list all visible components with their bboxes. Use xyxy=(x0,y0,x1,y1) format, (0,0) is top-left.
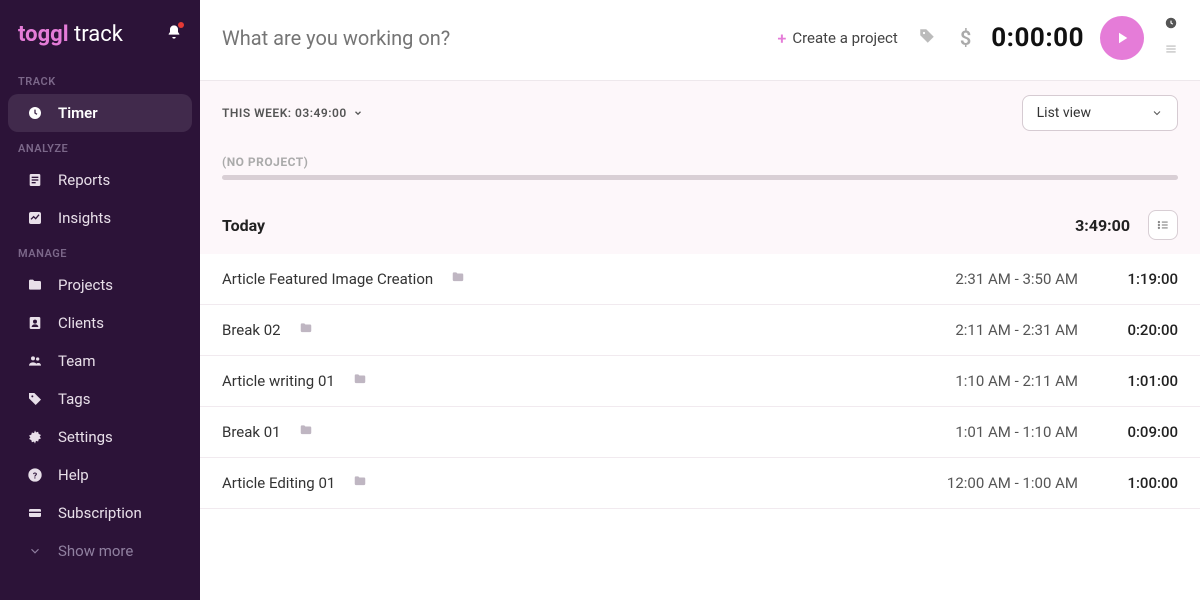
entry-duration: 0:20:00 xyxy=(1078,321,1178,339)
entry-time-range: 12:00 AM - 1:00 AM xyxy=(898,474,1078,492)
mode-toggles xyxy=(1164,16,1178,60)
chevron-down-icon xyxy=(26,544,44,558)
insights-icon xyxy=(26,210,44,226)
svg-text:?: ? xyxy=(33,471,37,481)
clock-icon xyxy=(26,105,44,121)
entry-description: Article Editing 01 xyxy=(222,474,335,492)
time-entry[interactable]: Article writing 01 1:10 AM - 2:11 AM1:01:… xyxy=(200,356,1200,407)
folder-icon[interactable] xyxy=(451,270,465,288)
nav-tags[interactable]: Tags xyxy=(8,380,192,418)
manual-mode-icon[interactable] xyxy=(1164,42,1178,60)
no-project-label: (NO PROJECT) xyxy=(222,155,1178,169)
bulk-edit-button[interactable] xyxy=(1148,210,1178,240)
time-entry[interactable]: Break 02 2:11 AM - 2:31 AM0:20:00 xyxy=(200,305,1200,356)
chevron-down-icon xyxy=(1151,107,1163,119)
view-select[interactable]: List view xyxy=(1022,95,1178,131)
folder-icon[interactable] xyxy=(299,423,313,441)
nav-help[interactable]: ? Help xyxy=(8,456,192,494)
folder-icon[interactable] xyxy=(299,321,313,339)
tag-button[interactable] xyxy=(914,27,940,50)
nav-label: Insights xyxy=(58,209,111,227)
reports-icon xyxy=(26,172,44,188)
description-input[interactable] xyxy=(222,26,762,50)
start-button[interactable] xyxy=(1100,16,1144,60)
week-summary[interactable]: THIS WEEK: 03:49:00 xyxy=(222,106,363,120)
entry-description: Break 01 xyxy=(222,423,281,441)
no-project-section: (NO PROJECT) xyxy=(200,145,1200,184)
section-manage: MANAGE xyxy=(0,237,200,266)
no-project-bar xyxy=(222,175,1178,180)
entry-description: Article Featured Image Creation xyxy=(222,270,433,288)
timer-display: 0:00:00 xyxy=(991,23,1084,53)
chevron-down-icon xyxy=(353,108,363,118)
nav-label: Projects xyxy=(58,276,113,294)
nav-projects[interactable]: Projects xyxy=(8,266,192,304)
entry-description: Article writing 01 xyxy=(222,372,335,390)
tag-icon xyxy=(26,391,44,407)
entry-time-range: 2:31 AM - 3:50 AM xyxy=(898,270,1078,288)
nav-label: Settings xyxy=(58,428,113,446)
nav-label: Show more xyxy=(58,542,133,560)
nav-label: Reports xyxy=(58,171,110,189)
week-label-text: THIS WEEK: 03:49:00 xyxy=(222,106,347,120)
sidebar: toggl track TRACK Timer ANALYZE Reports … xyxy=(0,0,200,600)
main: + Create a project $ 0:00:00 THIS WEEK: … xyxy=(200,0,1200,600)
nav-label: Help xyxy=(58,466,89,484)
entry-time-range: 1:10 AM - 2:11 AM xyxy=(898,372,1078,390)
nav-label: Clients xyxy=(58,314,104,332)
plus-icon: + xyxy=(778,29,787,48)
logo[interactable]: toggl track xyxy=(18,22,123,47)
help-icon: ? xyxy=(26,467,44,483)
nav-team[interactable]: Team xyxy=(8,342,192,380)
nav-label: Team xyxy=(58,352,96,370)
entry-duration: 0:09:00 xyxy=(1078,423,1178,441)
nav-insights[interactable]: Insights xyxy=(8,199,192,237)
create-project-label: Create a project xyxy=(792,29,898,47)
section-analyze: ANALYZE xyxy=(0,132,200,161)
list-icon xyxy=(1156,218,1170,232)
timer-bar: + Create a project $ 0:00:00 xyxy=(200,0,1200,81)
notifications-icon[interactable] xyxy=(166,24,182,45)
entry-time-range: 2:11 AM - 2:31 AM xyxy=(898,321,1078,339)
timer-mode-icon[interactable] xyxy=(1164,16,1178,34)
folder-icon[interactable] xyxy=(353,372,367,390)
nav-label: Timer xyxy=(58,104,98,122)
day-total: 3:49:00 xyxy=(1075,216,1130,235)
nav-clients[interactable]: Clients xyxy=(8,304,192,342)
nav-subscription[interactable]: Subscription xyxy=(8,494,192,532)
nav-settings[interactable]: Settings xyxy=(8,418,192,456)
settings-icon xyxy=(26,429,44,445)
entry-duration: 1:00:00 xyxy=(1078,474,1178,492)
entry-description: Break 02 xyxy=(222,321,281,339)
subscription-icon xyxy=(26,505,44,521)
day-header: Today 3:49:00 xyxy=(200,184,1200,254)
nav-timer[interactable]: Timer xyxy=(8,94,192,132)
nav-reports[interactable]: Reports xyxy=(8,161,192,199)
folder-icon xyxy=(26,277,44,293)
time-entry[interactable]: Break 01 1:01 AM - 1:10 AM0:09:00 xyxy=(200,407,1200,458)
entry-duration: 1:19:00 xyxy=(1078,270,1178,288)
folder-icon[interactable] xyxy=(353,474,367,492)
team-icon xyxy=(26,353,44,369)
week-toolbar: THIS WEEK: 03:49:00 List view xyxy=(200,81,1200,145)
day-title: Today xyxy=(222,216,1075,235)
nav-label: Tags xyxy=(58,390,90,408)
client-icon xyxy=(26,315,44,331)
nav-label: Subscription xyxy=(58,504,142,522)
view-select-label: List view xyxy=(1037,105,1091,121)
entry-time-range: 1:01 AM - 1:10 AM xyxy=(898,423,1078,441)
entries-list: Article Featured Image Creation 2:31 AM -… xyxy=(200,254,1200,509)
nav-show-more[interactable]: Show more xyxy=(8,532,192,570)
time-entry[interactable]: Article Editing 01 12:00 AM - 1:00 AM1:00… xyxy=(200,458,1200,509)
time-entry[interactable]: Article Featured Image Creation 2:31 AM -… xyxy=(200,254,1200,305)
create-project-button[interactable]: + Create a project xyxy=(778,29,898,48)
logo-row: toggl track xyxy=(0,14,200,65)
section-track: TRACK xyxy=(0,65,200,94)
billable-button[interactable]: $ xyxy=(956,26,975,50)
entry-duration: 1:01:00 xyxy=(1078,372,1178,390)
